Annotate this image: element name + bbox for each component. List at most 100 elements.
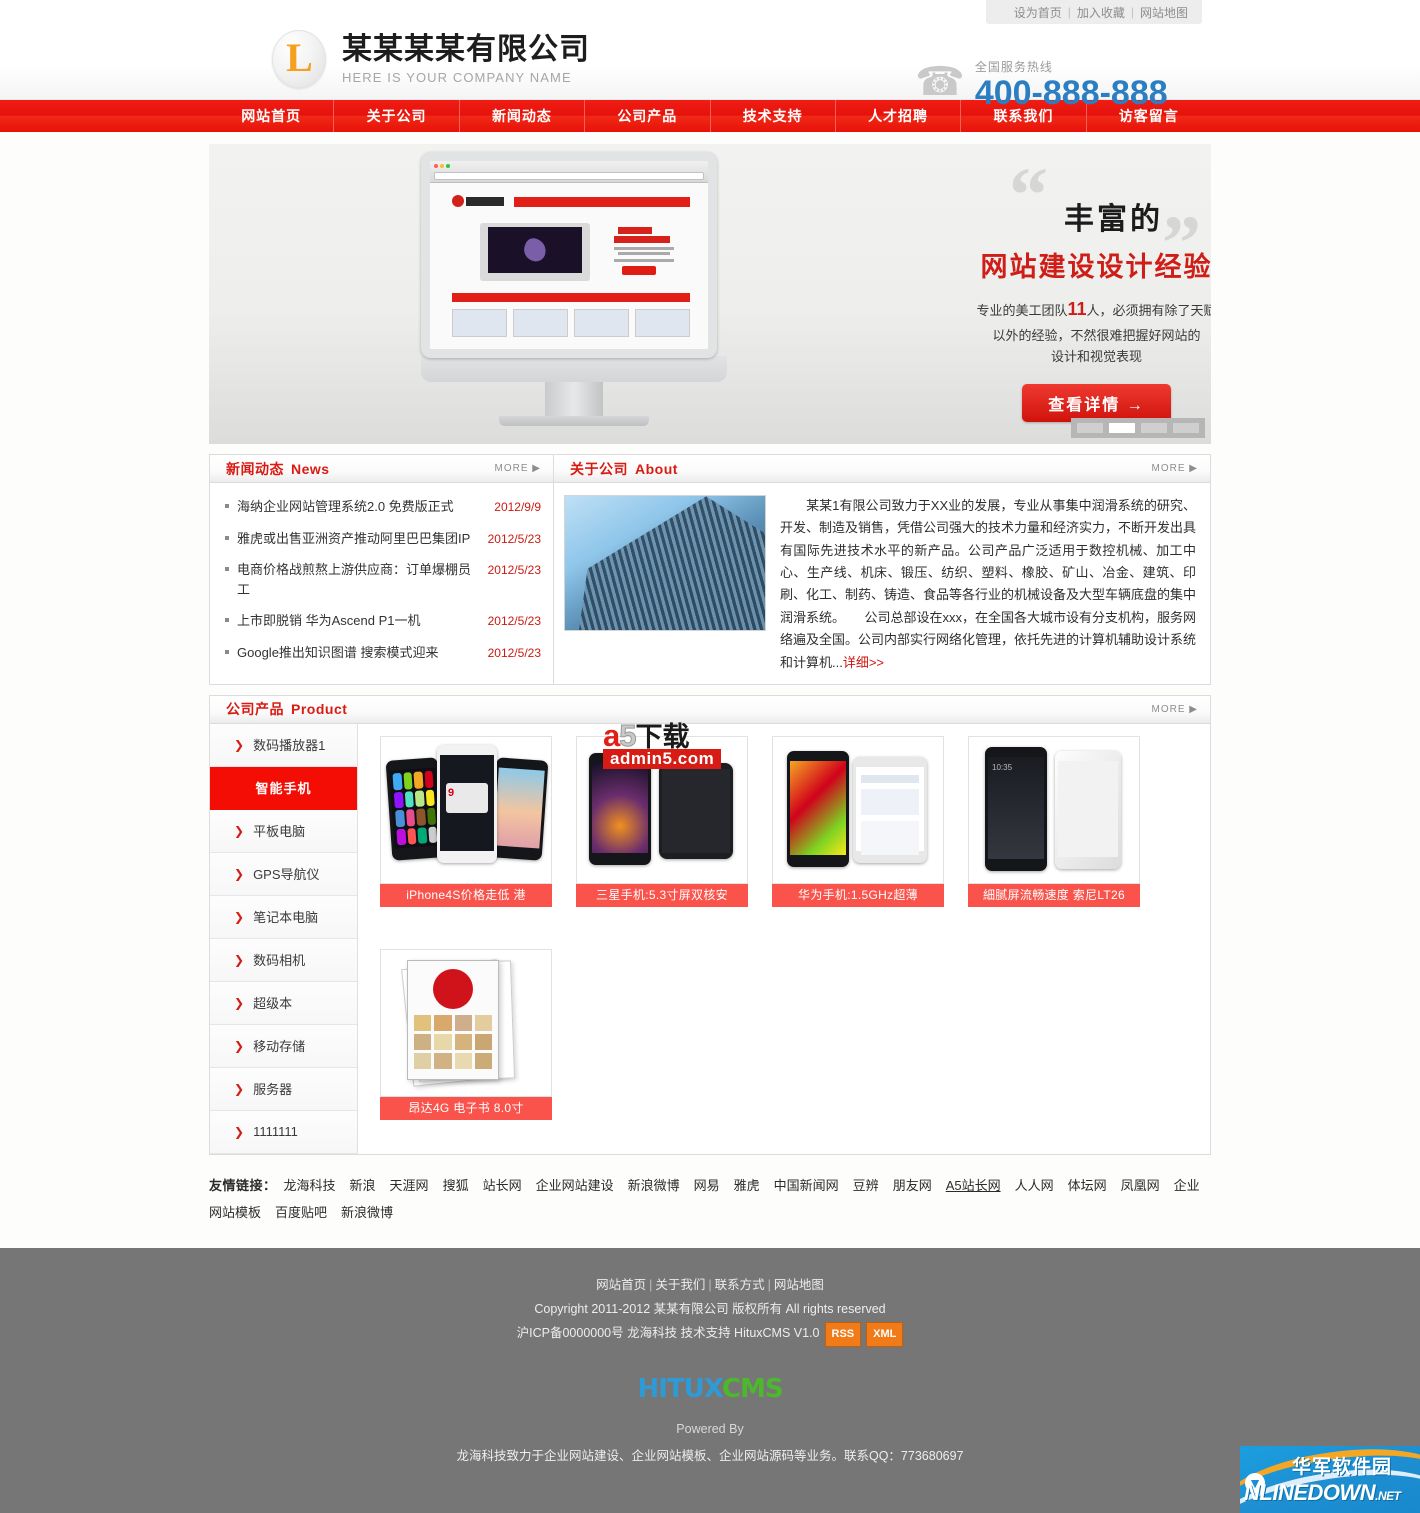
rss-badge[interactable]: RSS [824,1321,862,1347]
news-item-title[interactable]: 上市即脱销 华为Ascend P1一机 [224,611,478,631]
product-image[interactable]: 10:35 [968,735,1140,884]
site-footer: 网站首页 | 关于我们 | 联系方式 | 网站地图 Copyright 2011-2012 … [0,1248,1420,1513]
banner-headline-1: 丰富的 [1064,203,1163,236]
logo-block[interactable]: L 某某某某有限公司 HERE IS YOUR COMPANY NAME [272,30,590,88]
news-item-date: 2012/5/23 [487,614,541,628]
product-caption: 华为手机:1.5GHz超薄 [772,883,944,907]
product-more-link[interactable]: MORE ▶ [1152,704,1198,715]
footer-nav-item[interactable]: 网站首页 [596,1278,646,1292]
product-card[interactable]: 10:35 細腻屏流畅速度 索尼LT26 [968,735,1140,927]
banner-dot-1[interactable] [1077,423,1103,433]
product-image[interactable]: 9 [380,735,552,884]
banner-cta-button[interactable]: 查看详情 → [1022,383,1171,422]
onlinedown-net: .NET [1375,1489,1401,1504]
product-card[interactable]: 9 iPhone4S价格走低 港 [380,735,552,927]
news-item-title[interactable]: 雅虎或出售亚洲资产推动阿里巴巴集团IP [224,529,478,549]
news-item-title[interactable]: Google推出知识图谱 搜索模式迎来 [224,643,478,663]
product-category-item[interactable]: ❯ GPS导航仪 [210,852,357,896]
about-more-link[interactable]: MORE ▶ [1152,463,1198,474]
friend-link[interactable]: 新浪 [350,1178,376,1193]
friend-link[interactable]: 龙海科技 [284,1178,336,1193]
friend-link[interactable]: 体坛网 [1068,1178,1107,1193]
hero-banner: “ ” 丰富的 网站建设设计经验 专业的美工团队11人，必须拥有除了天赋 以外的… [209,144,1211,444]
chevron-right-icon: ❯ [234,909,245,924]
friend-link[interactable]: 朋友网 [893,1178,932,1193]
news-item[interactable]: 电商价格战煎熬上游供应商：订单爆棚员工 2012/5/23 [224,554,543,605]
news-item[interactable]: 海纳企业网站管理系统2.0 免费版正式 2012/9/9 [224,491,543,523]
about-panel-header: 关于公司 About MORE ▶ [554,455,1210,483]
set-homepage-link[interactable]: 设为首页 [1014,4,1062,21]
footer-nav-item[interactable]: 关于我们 [655,1278,705,1292]
banner-dot-2[interactable] [1109,423,1135,433]
friend-link[interactable]: 新浪微博 [341,1205,393,1220]
news-panel-header: 新闻动态 News MORE ▶ [210,455,553,483]
banner-dot-4[interactable] [1173,423,1199,433]
news-item-title[interactable]: 电商价格战煎熬上游供应商：订单爆棚员工 [224,560,478,599]
friend-link[interactable]: 新浪微博 [628,1178,680,1193]
product-category-item[interactable]: ❯ 数码相机 [210,938,357,982]
friend-link[interactable]: 天涯网 [390,1178,429,1193]
friend-link[interactable]: 豆辨 [853,1178,879,1193]
company-name-block: 某某某某有限公司 HERE IS YOUR COMPANY NAME [342,33,590,85]
nav-item-3[interactable]: 新闻动态 [460,100,586,132]
product-category-item[interactable]: ❯ 服务器 [210,1067,357,1111]
friend-link[interactable]: 搜狐 [443,1178,469,1193]
footer-nav-separator: | [649,1278,653,1293]
product-title: 公司产品 Product [226,699,347,719]
friend-link[interactable]: 人人网 [1015,1178,1054,1193]
nav-item-4[interactable]: 公司产品 [585,100,711,132]
product-title-en: Product [291,701,348,718]
product-category-item[interactable]: ❯ 超级本 [210,981,357,1025]
product-category-item[interactable]: ❯ 移动存储 [210,1024,357,1068]
product-category-item[interactable]: ❯ 平板电脑 [210,809,357,853]
friend-link[interactable]: 中国新闻网 [774,1178,839,1193]
product-category-label: GPS导航仪 [253,867,320,883]
product-card[interactable]: 昂达4G 电子书 8.0寸 [380,948,552,1140]
banner-dot-3[interactable] [1141,423,1167,433]
a5-watermark-a: a [603,717,620,753]
news-item[interactable]: 上市即脱销 华为Ascend P1一机 2012/5/23 [224,605,543,637]
banner-pagination [1071,418,1205,438]
news-item[interactable]: 雅虎或出售亚洲资产推动阿里巴巴集团IP 2012/5/23 [224,523,543,555]
product-image[interactable] [380,948,552,1097]
chevron-right-icon: ❯ [234,737,245,752]
friend-link[interactable]: 企业网站建设 [536,1178,614,1193]
about-paragraph: 某某1有限公司致力于XX业的发展，专业从事集中润滑系统的研究、开发、制造及销售，… [780,498,1197,670]
site-header: L 某某某某有限公司 HERE IS YOUR COMPANY NAME ☎ 全… [0,24,1420,111]
hotline-label: 全国服务热线 [974,60,1053,74]
news-title-en: News [291,460,330,477]
friend-link[interactable]: 雅虎 [734,1178,760,1193]
about-detail-link[interactable]: 详细>> [843,655,884,670]
friend-link[interactable]: 网易 [694,1178,720,1193]
company-name-cn: 某某某某有限公司 [342,33,590,67]
product-card[interactable]: 华为手机:1.5GHz超薄 [772,735,944,927]
product-grid: a5下载 admin5.com 9 iPhone4S价格走低 港 三星手机:5.… [358,719,1210,1154]
product-title-cn: 公司产品 [226,701,284,718]
footer-copyright: Copyright 2011-2012 某某有限公司 版权所有 All righ… [534,1301,886,1316]
product-category-item[interactable]: ❯ 1111111 [210,1110,357,1154]
news-item-title[interactable]: 海纳企业网站管理系统2.0 免费版正式 [224,497,484,517]
footer-nav-item[interactable]: 联系方式 [715,1278,765,1292]
product-category-item[interactable]: ❯ 笔记本电脑 [210,895,357,939]
sitemap-link[interactable]: 网站地图 [1140,4,1188,21]
xml-badge[interactable]: XML [866,1321,904,1347]
friend-link[interactable]: 百度贴吧 [275,1205,327,1220]
nav-item-5[interactable]: 技术支持 [711,100,836,132]
banner-para-c: 以外的经验，不然很难把握好网站的 [992,327,1201,343]
news-item[interactable]: Google推出知识图谱 搜索模式迎来 2012/5/23 [224,637,543,669]
friend-link[interactable]: 凤凰网 [1121,1178,1160,1193]
product-image[interactable] [772,735,944,884]
add-favorite-link[interactable]: 加入收藏 [1077,4,1125,21]
product-category-item[interactable]: ❯智能手机 [210,766,357,810]
onlinedown-en-text: NLINEDOWN [1244,1480,1376,1506]
news-item-date: 2012/5/23 [487,531,541,546]
nav-item-1[interactable]: 网站首页 [209,100,335,132]
news-more-link[interactable]: MORE ▶ [495,463,541,474]
nav-item-2[interactable]: 关于公司 [334,100,460,132]
product-caption: 昂达4G 电子书 8.0寸 [380,1096,552,1120]
footer-nav-item[interactable]: 网站地图 [774,1278,824,1292]
footer-bottom-text: 龙海科技致力于企业网站建设、企业网站模板、企业网站源码等业务。联系QQ：7736… [456,1448,964,1463]
product-category-item[interactable]: ❯ 数码播放器1 [210,723,357,767]
friend-link[interactable]: A5站长网 [946,1178,1001,1193]
friend-link[interactable]: 站长网 [483,1178,522,1193]
